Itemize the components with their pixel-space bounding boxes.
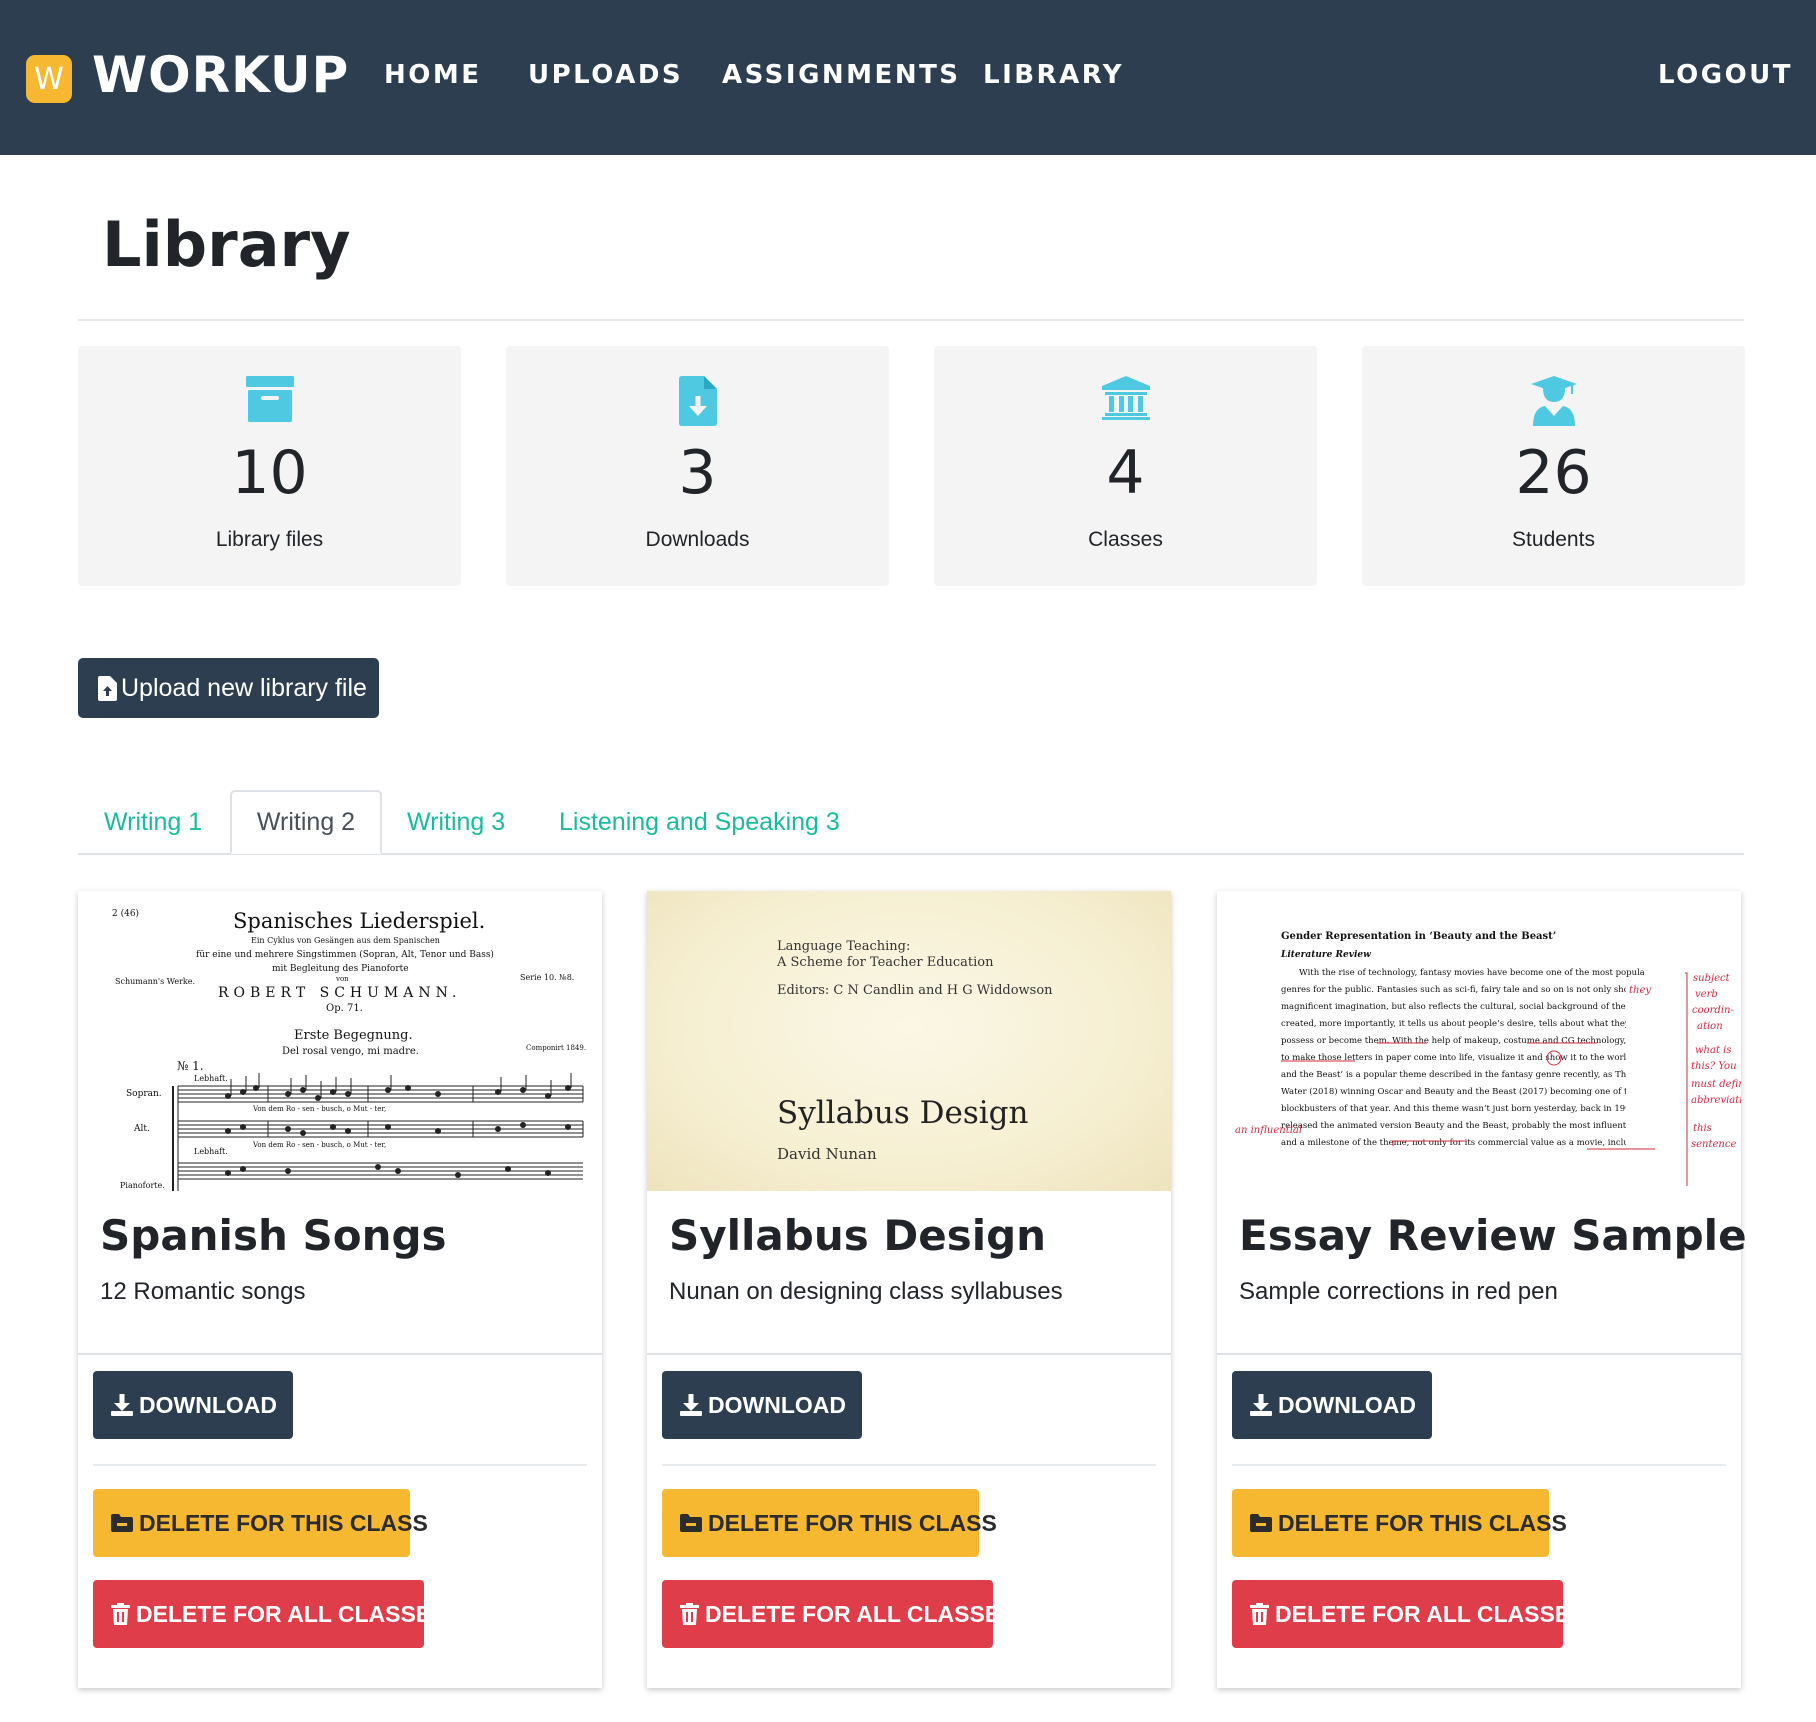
download-label: DOWNLOAD <box>1278 1391 1416 1418</box>
upload-button-label: Upload new library file <box>121 673 367 702</box>
university-icon <box>1101 376 1150 420</box>
card-title: Essay Review Sample <box>1239 1211 1747 1260</box>
card-divider <box>1232 1464 1726 1466</box>
card-thumbnail[interactable]: Language Teaching: A Scheme for Teacher … <box>647 891 1171 1191</box>
delete-for-all-classes-button[interactable]: DELETE FOR ALL CLASSES <box>1232 1580 1586 1648</box>
library-card-syllabus-design: Language Teaching: A Scheme for Teacher … <box>647 891 1171 1688</box>
navbar: W WORKUP HOME UPLOADS ASSIGNMENTS LIBRAR… <box>0 0 1816 155</box>
nav-library[interactable]: LIBRARY <box>983 60 1124 90</box>
download-icon <box>680 1394 702 1416</box>
card-thumbnail[interactable]: 2 (46) Spanisches Liederspiel. Ein Cyklu… <box>78 891 602 1191</box>
stat-card-downloads: 3 Downloads <box>506 346 889 586</box>
thumb-author: David Nunan <box>777 1145 877 1163</box>
download-label: DOWNLOAD <box>139 1391 277 1418</box>
download-button[interactable]: DOWNLOAD <box>93 1371 293 1439</box>
page-title: Library <box>102 208 351 281</box>
tab-writing-2[interactable]: Writing 2 <box>230 790 382 854</box>
delete-for-this-class-button[interactable]: DELETE FOR THIS CLASS <box>1232 1489 1567 1557</box>
thumb-series-2: A Scheme for Teacher Education <box>777 955 994 970</box>
card-divider <box>647 1353 1171 1355</box>
card-subtitle: Sample corrections in red pen <box>1239 1278 1558 1305</box>
nav-logout[interactable]: LOGOUT <box>1658 60 1793 90</box>
folder-minus-icon <box>680 1514 702 1532</box>
delete-all-label: DELETE FOR ALL CLASSES <box>1275 1600 1586 1627</box>
title-divider <box>78 319 1744 321</box>
trash-icon <box>1250 1603 1269 1625</box>
delete-all-label: DELETE FOR ALL CLASSES <box>705 1600 1016 1627</box>
library-card-spanish-songs: 2 (46) Spanisches Liederspiel. Ein Cyklu… <box>78 891 602 1688</box>
card-title: Syllabus Design <box>669 1211 1047 1260</box>
nav-home[interactable]: HOME <box>384 60 482 90</box>
tab-listening-and-speaking-3[interactable]: Listening and Speaking 3 <box>559 790 840 854</box>
sheet-music-staves <box>172 1073 584 1191</box>
card-title: Spanish Songs <box>100 1211 447 1260</box>
stat-card-students: 26 Students <box>1362 346 1745 586</box>
delete-class-label: DELETE FOR THIS CLASS <box>1278 1509 1567 1536</box>
trash-icon <box>680 1603 699 1625</box>
upload-library-file-button[interactable]: Upload new library file <box>78 658 379 718</box>
trash-icon <box>111 1603 130 1625</box>
stat-value: 3 <box>678 438 717 508</box>
card-thumbnail[interactable]: Gender Representation in ‘Beauty and the… <box>1217 891 1741 1191</box>
stat-value: 10 <box>231 438 308 508</box>
stat-label: Students <box>1512 528 1595 551</box>
delete-class-label: DELETE FOR THIS CLASS <box>708 1509 997 1536</box>
logo-icon[interactable]: W <box>26 55 72 103</box>
delete-for-this-class-button[interactable]: DELETE FOR THIS CLASS <box>662 1489 997 1557</box>
download-button[interactable]: DOWNLOAD <box>1232 1371 1432 1439</box>
tab-writing-1[interactable]: Writing 1 <box>104 790 202 854</box>
stat-value: 26 <box>1515 438 1592 508</box>
stat-label: Classes <box>1088 528 1163 551</box>
download-button[interactable]: DOWNLOAD <box>662 1371 862 1439</box>
card-divider <box>78 1353 602 1355</box>
download-label: DOWNLOAD <box>708 1391 846 1418</box>
stat-card-library-files: 10 Library files <box>78 346 461 586</box>
thumb-book-title: Syllabus Design <box>777 1095 1029 1131</box>
folder-minus-icon <box>111 1514 133 1532</box>
card-subtitle: 12 Romantic songs <box>100 1278 306 1305</box>
folder-minus-icon <box>1250 1514 1272 1532</box>
download-icon <box>1250 1394 1272 1416</box>
delete-for-all-classes-button[interactable]: DELETE FOR ALL CLASSES <box>93 1580 447 1648</box>
brand-name[interactable]: WORKUP <box>92 46 349 104</box>
stat-label: Downloads <box>645 528 750 551</box>
file-upload-icon <box>98 675 117 701</box>
file-download-icon <box>678 376 717 426</box>
delete-for-all-classes-button[interactable]: DELETE FOR ALL CLASSES <box>662 1580 1016 1648</box>
archive-icon <box>245 376 294 422</box>
stat-value: 4 <box>1106 438 1145 508</box>
nav-uploads[interactable]: UPLOADS <box>528 60 683 90</box>
card-divider <box>662 1464 1156 1466</box>
stat-label: Library files <box>215 528 324 551</box>
thumb-editors: Editors: C N Candlin and H G Widdowson <box>777 983 1053 998</box>
delete-for-this-class-button[interactable]: DELETE FOR THIS CLASS <box>93 1489 428 1557</box>
card-divider <box>1217 1353 1741 1355</box>
delete-all-label: DELETE FOR ALL CLASSES <box>136 1600 447 1627</box>
card-subtitle: Nunan on designing class syllabuses <box>669 1278 1063 1305</box>
user-graduate-icon <box>1530 376 1577 426</box>
card-divider <box>93 1464 587 1466</box>
download-icon <box>111 1394 133 1416</box>
stat-card-classes: 4 Classes <box>934 346 1317 586</box>
red-pen-marks <box>1281 972 1688 1186</box>
library-card-essay-review-sample: Gender Representation in ‘Beauty and the… <box>1217 891 1747 1688</box>
tab-writing-3[interactable]: Writing 3 <box>407 790 505 854</box>
nav-assignments[interactable]: ASSIGNMENTS <box>722 60 961 90</box>
thumb-series: Language Teaching: <box>777 939 911 954</box>
delete-class-label: DELETE FOR THIS CLASS <box>139 1509 428 1536</box>
